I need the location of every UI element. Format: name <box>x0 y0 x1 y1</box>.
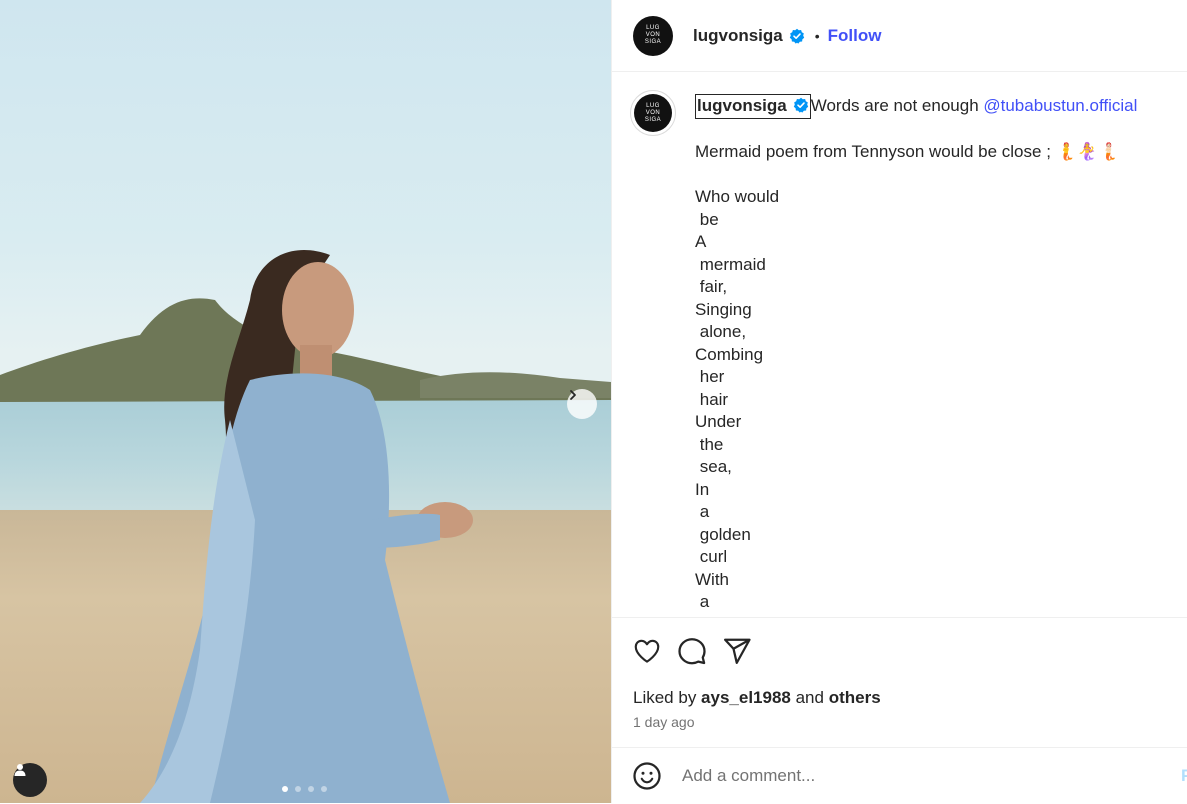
post-timestamp[interactable]: 1 day ago <box>633 714 695 730</box>
avatar-text: SIGA <box>644 39 662 45</box>
emoji-icon[interactable] <box>632 761 662 791</box>
avatar-text: SIGA <box>644 116 662 123</box>
action-icons <box>612 618 1187 668</box>
avatar-text: VON <box>645 32 661 38</box>
liked-by-prefix: Liked by <box>633 688 702 707</box>
follow-button[interactable]: Follow <box>828 26 882 46</box>
caption-text: lugvonsiga Words are not enough @tubabust… <box>695 94 1175 617</box>
post-media[interactable] <box>0 0 611 803</box>
carousel-indicator <box>282 786 327 792</box>
next-media-button[interactable] <box>567 389 597 419</box>
caption-username[interactable]: lugvonsiga <box>695 94 811 119</box>
carousel-dot <box>282 786 288 792</box>
carousel-dot <box>295 786 301 792</box>
author-avatar[interactable]: LUG VON SIGA <box>633 15 673 56</box>
caption-avatar[interactable]: LUG VON SIGA <box>630 90 676 136</box>
caption-body: Mermaid poem from Tennyson would be clos… <box>695 142 1120 617</box>
carousel-dot <box>308 786 314 792</box>
carousel-dot <box>321 786 327 792</box>
photo-illustration <box>0 250 611 803</box>
separator-dot: • <box>814 27 820 44</box>
send-icon[interactable] <box>722 636 752 668</box>
liked-by-others-link[interactable]: others <box>829 688 881 707</box>
comment-input[interactable] <box>680 765 1104 787</box>
verified-badge-icon <box>793 97 809 113</box>
avatar-text: VON <box>645 109 661 116</box>
likes-summary: Liked by ays_el1988 and others <box>633 688 881 708</box>
post-side-panel: LUG VON SIGA lugvonsiga • Follow LUG VON… <box>611 0 1187 803</box>
caption-avatar-image: LUG VON SIGA <box>634 94 672 132</box>
caption-scroll-area[interactable]: LUG VON SIGA lugvonsiga Words are not eno… <box>612 72 1187 617</box>
comment-box: P <box>612 747 1187 804</box>
liked-by-and: and <box>790 688 829 707</box>
caption-intro: Words are not enough <box>810 96 984 115</box>
liked-by-user-link[interactable]: ays_el1988 <box>701 688 791 707</box>
caption-mention-link[interactable]: @tubabustun.official <box>983 96 1137 115</box>
author-username[interactable]: lugvonsiga <box>693 26 783 46</box>
post-comment-button[interactable]: P <box>1181 766 1187 786</box>
tagged-users-button[interactable] <box>13 763 47 797</box>
heart-icon[interactable] <box>632 636 662 668</box>
verified-badge-icon <box>789 28 805 44</box>
avatar-text: LUG <box>646 102 660 109</box>
post-header: LUG VON SIGA lugvonsiga • Follow <box>612 0 1187 72</box>
avatar-text: LUG <box>646 25 660 31</box>
caption-username-label: lugvonsiga <box>697 96 787 115</box>
post-actions: Liked by ays_el1988 and others 1 day ago <box>612 617 1187 730</box>
comment-icon[interactable] <box>677 636 707 668</box>
